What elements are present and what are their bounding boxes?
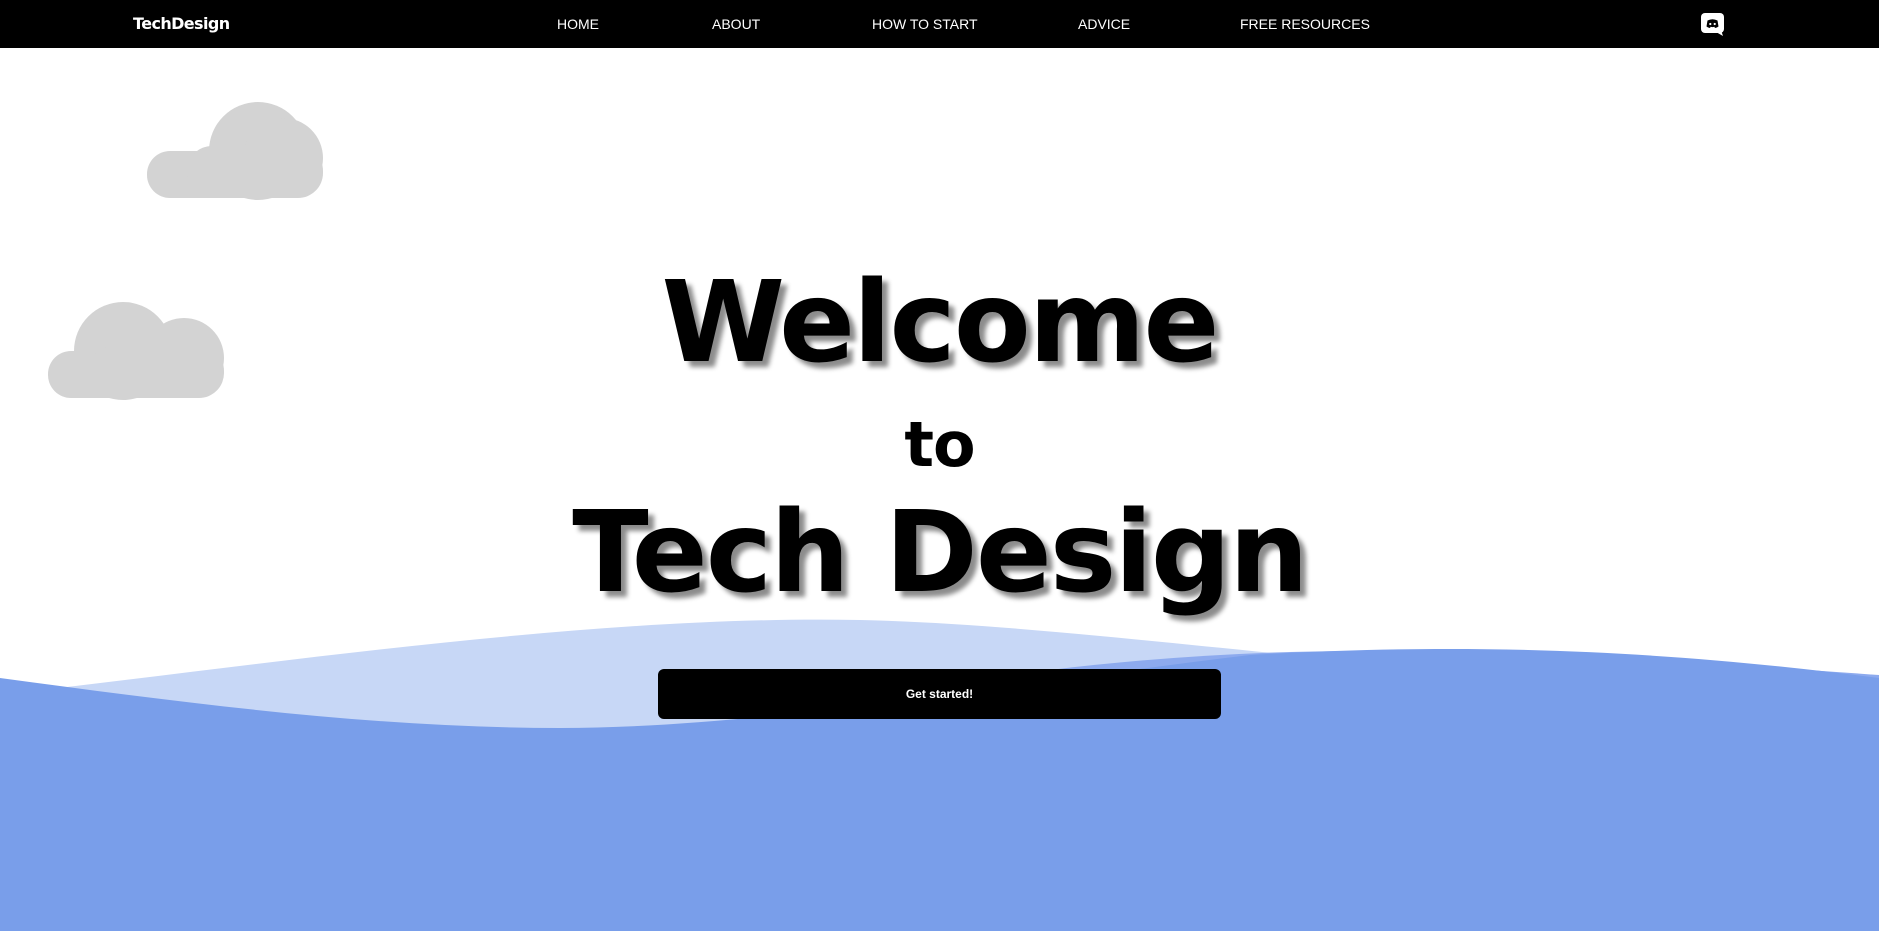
hero-title-tech-design: Tech Design [572, 488, 1309, 618]
nav-link-free-resources[interactable]: FREE RESOURCES [1240, 16, 1370, 32]
brand-logo[interactable]: TechDesign [133, 14, 230, 33]
page: TechDesign HOME ABOUT HOW TO START ADVIC… [0, 0, 1879, 931]
navbar: TechDesign HOME ABOUT HOW TO START ADVIC… [0, 0, 1879, 48]
hero-waves [0, 600, 1879, 931]
discord-icon[interactable] [1701, 13, 1724, 36]
nav-link-about[interactable]: ABOUT [712, 16, 760, 32]
hero-title-welcome: Welcome [661, 258, 1220, 388]
cloud-icon [147, 96, 325, 205]
hero-title-to: to [904, 408, 975, 481]
nav-link-advice[interactable]: ADVICE [1078, 16, 1130, 32]
get-started-button[interactable]: Get started! [658, 669, 1221, 719]
nav-link-home[interactable]: HOME [557, 16, 599, 32]
nav-link-how-to-start[interactable]: HOW TO START [872, 16, 978, 32]
